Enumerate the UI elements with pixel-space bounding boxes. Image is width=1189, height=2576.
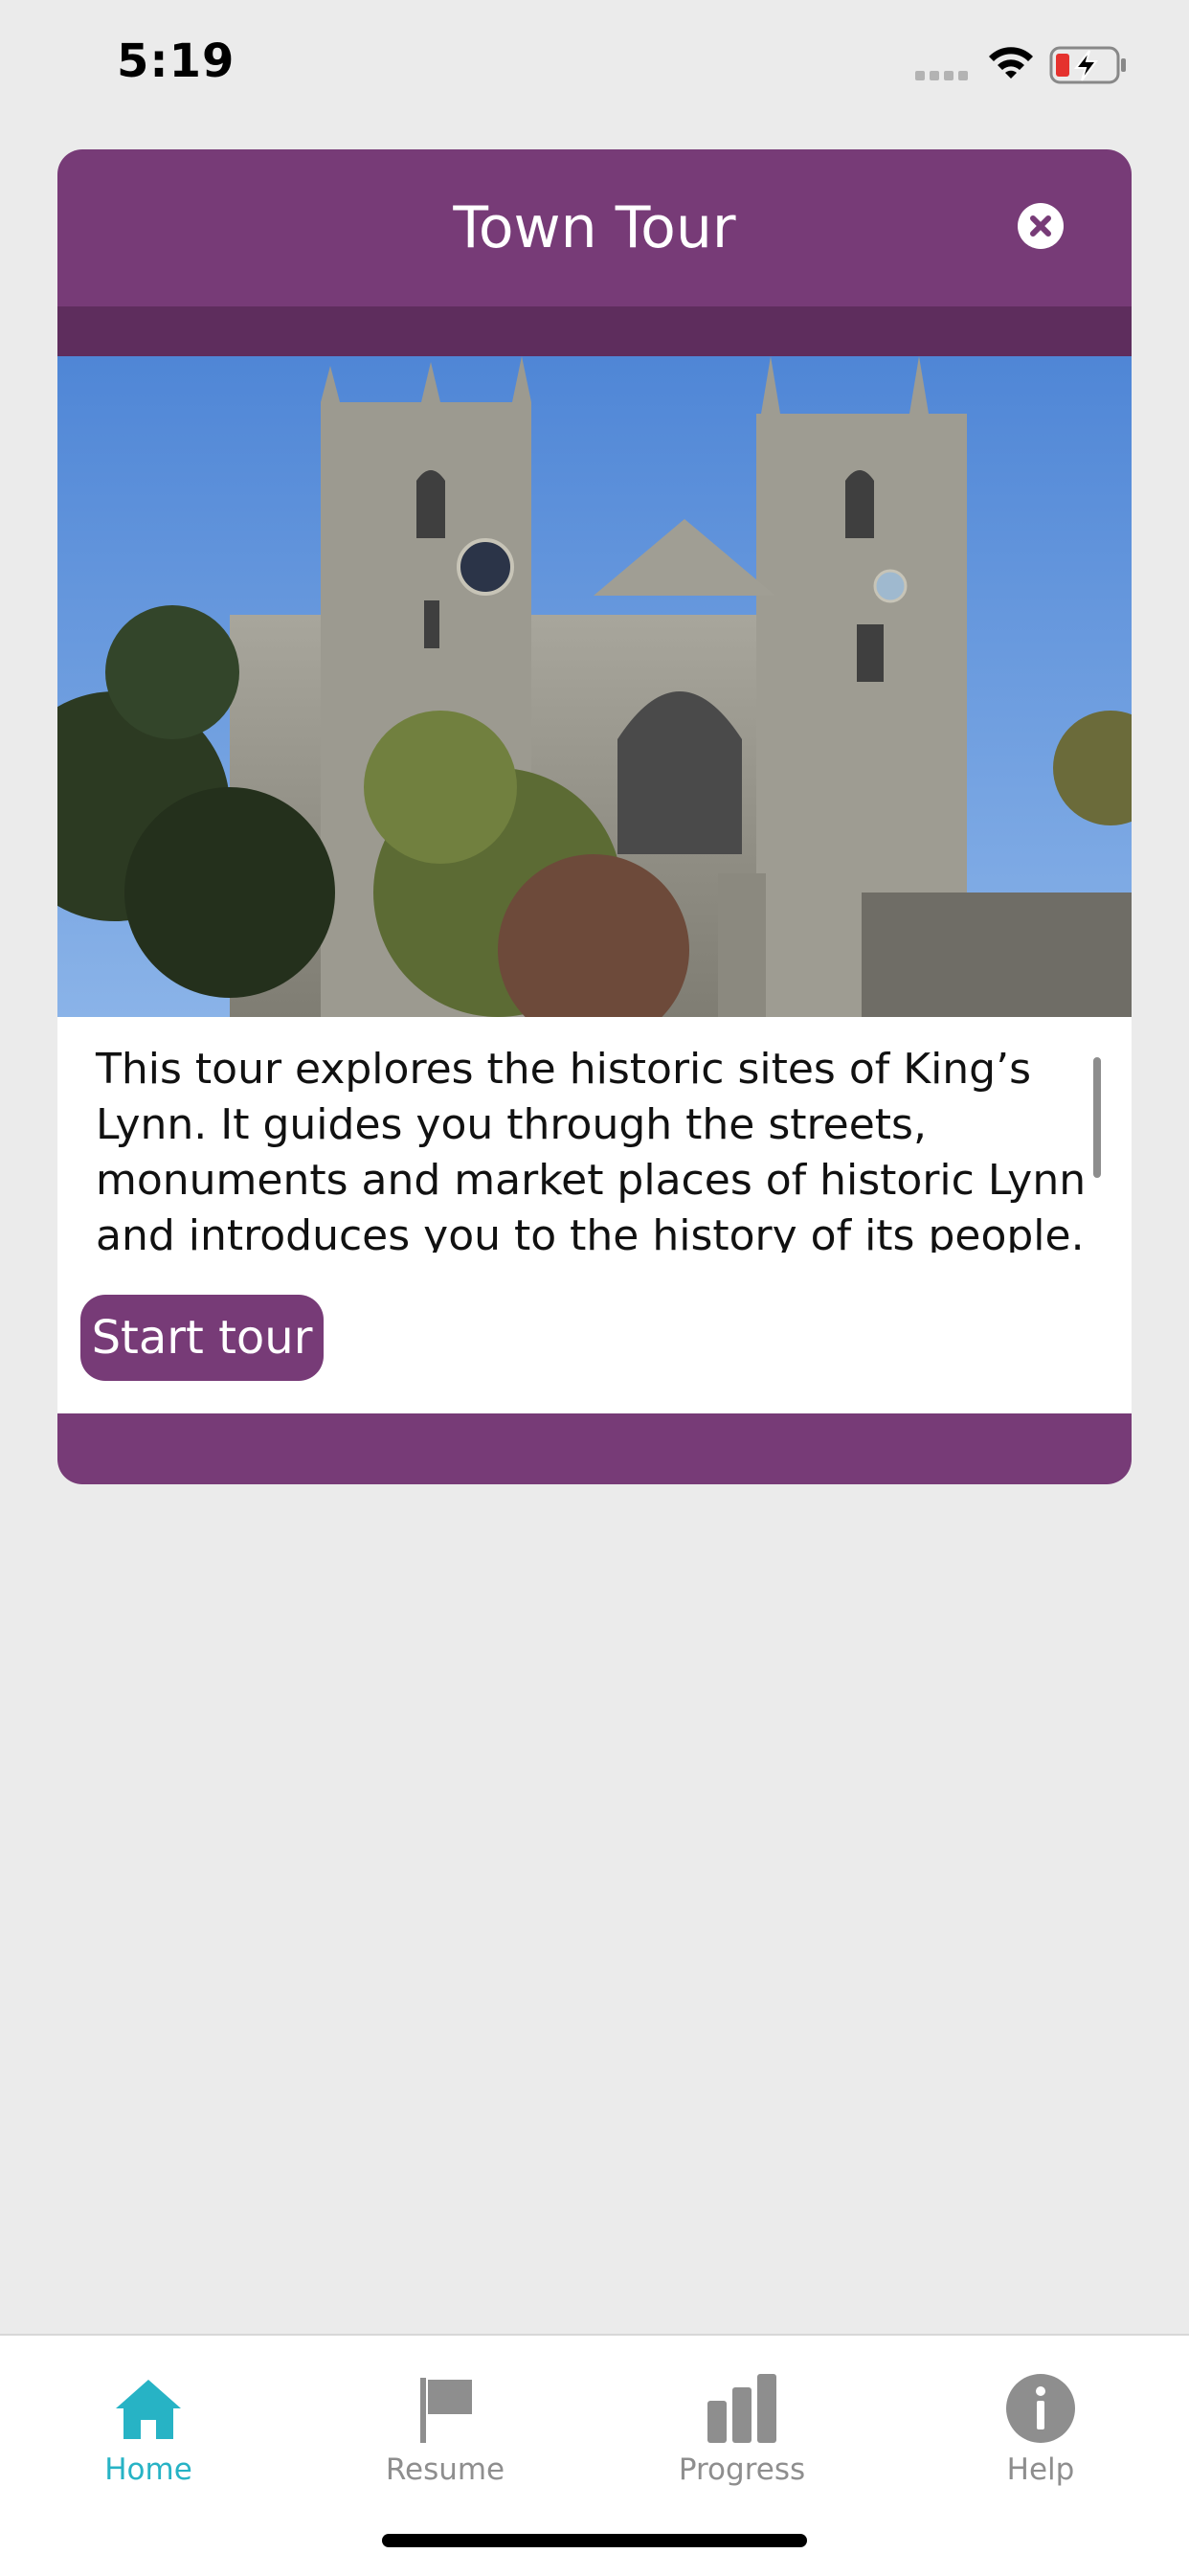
flag-icon [420, 2378, 472, 2443]
info-icon [1006, 2374, 1075, 2443]
tab-label-progress: Progress [678, 2452, 806, 2487]
tab-help[interactable]: Help [892, 2355, 1189, 2498]
home-icon [116, 2380, 181, 2439]
cellular-signal-icon [915, 71, 968, 80]
cathedral-photo [57, 356, 1132, 1017]
bar-chart-icon [707, 2374, 776, 2443]
tab-resume[interactable]: Resume [297, 2355, 594, 2498]
header-band [57, 306, 1132, 356]
close-circle-icon [1030, 215, 1051, 237]
status-bar: 5:19 [0, 0, 1189, 134]
tab-label-home: Home [104, 2452, 192, 2487]
card-footer [57, 1413, 1132, 1484]
start-tour-button[interactable]: Start tour [80, 1295, 324, 1381]
card-header: Town Tour [57, 149, 1132, 306]
home-indicator[interactable] [382, 2534, 807, 2547]
tour-card: Town Tour This tour explores the histori… [57, 149, 1132, 1484]
status-time: 5:19 [117, 34, 236, 88]
tour-description: This tour explores the historic sites of… [96, 1045, 1087, 1253]
tab-home[interactable]: Home [0, 2355, 297, 2498]
tab-label-help: Help [1006, 2452, 1075, 2487]
card-title: Town Tour [453, 194, 736, 261]
close-button[interactable] [1018, 203, 1064, 249]
tab-label-resume: Resume [385, 2452, 505, 2487]
tab-progress[interactable]: Progress [594, 2355, 890, 2498]
scroll-indicator[interactable] [1093, 1057, 1101, 1178]
battery-charging-icon [1049, 46, 1126, 84]
wifi-icon [989, 47, 1033, 79]
description-box[interactable]: This tour explores the historic sites of… [57, 1017, 1132, 1253]
